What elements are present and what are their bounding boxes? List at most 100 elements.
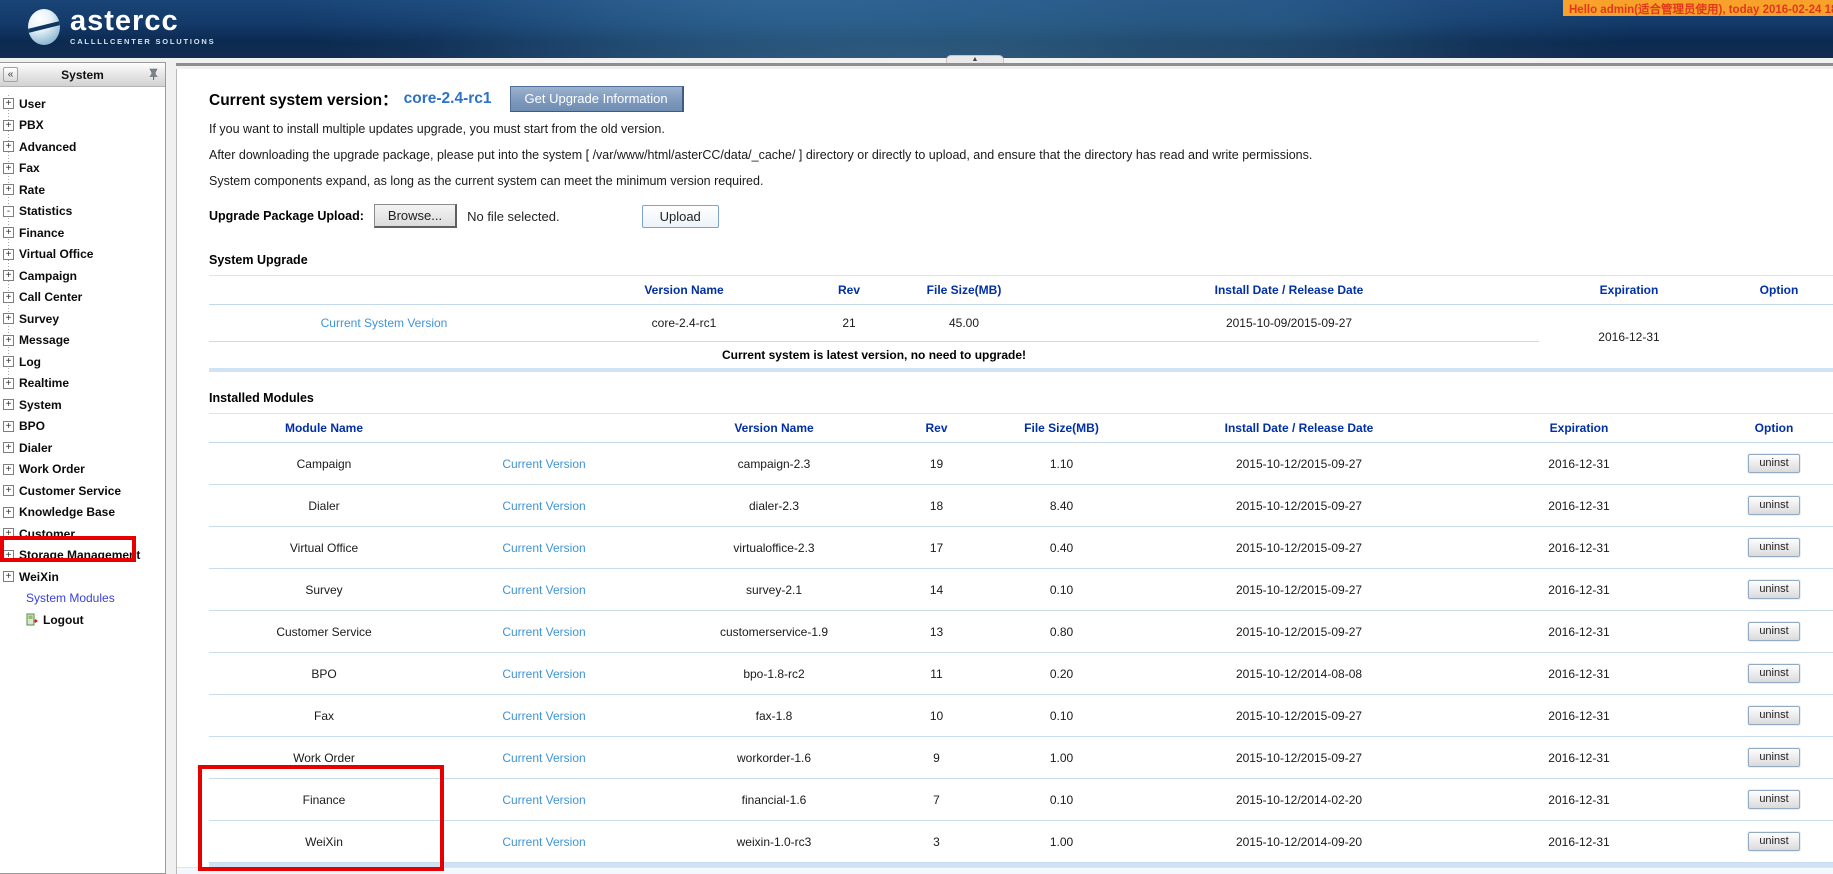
sidebar-item-call-center[interactable]: + Call Center: [0, 287, 165, 309]
installed-modules-body: CampaignCurrent Versioncampaign-2.3191.1…: [209, 443, 1833, 863]
collapse-node-icon[interactable]: -: [3, 206, 14, 217]
sidebar-item-survey[interactable]: +Survey: [0, 308, 165, 330]
expand-node-icon[interactable]: +: [3, 464, 14, 475]
expand-node-icon[interactable]: +: [3, 184, 14, 195]
current-version-link[interactable]: Current Version: [502, 625, 585, 639]
install-date-cell: 2015-10-12/2015-09-27: [1149, 485, 1449, 527]
expand-node-icon[interactable]: +: [3, 442, 14, 453]
uninstall-button[interactable]: uninst: [1748, 790, 1799, 809]
uninstall-button[interactable]: uninst: [1748, 832, 1799, 851]
expand-node-icon[interactable]: +: [3, 528, 14, 539]
sidebar-item-work-order[interactable]: +Work Order: [0, 459, 165, 481]
sidebar-item-message[interactable]: +Message: [0, 330, 165, 352]
browse-button[interactable]: Browse...: [374, 204, 457, 228]
column-header: Expiration: [1449, 414, 1709, 443]
current-version-link[interactable]: Current Version: [502, 457, 585, 471]
option-cell: uninst: [1709, 485, 1833, 527]
expand-node-icon[interactable]: +: [3, 141, 14, 152]
current-version-link[interactable]: Current Version: [502, 583, 585, 597]
uninstall-button[interactable]: uninst: [1748, 748, 1799, 767]
expand-node-icon[interactable]: +: [3, 120, 14, 131]
expand-node-icon[interactable]: +: [3, 335, 14, 346]
get-upgrade-information-button[interactable]: Get Upgrade Information: [510, 86, 684, 112]
sidebar-item-label: PBX: [19, 118, 44, 132]
expand-node-icon[interactable]: +: [3, 249, 14, 260]
expand-node-icon[interactable]: +: [3, 356, 14, 367]
sidebar-item-realtime[interactable]: +Realtime: [0, 373, 165, 395]
sidebar-item-pbx[interactable]: + PBX: [0, 115, 165, 137]
sidebar-item-storage-management[interactable]: +Storage Management: [0, 545, 165, 567]
expand-node-icon[interactable]: +: [3, 485, 14, 496]
sidebar-item-weixin[interactable]: +WeiXin: [0, 566, 165, 588]
sidebar-item-logout[interactable]: Logout: [0, 609, 165, 631]
sidebar-item-statistics[interactable]: -Statistics: [0, 201, 165, 223]
rev-cell: 9: [899, 737, 974, 779]
sidebar-item-label: Call Center: [19, 290, 82, 304]
expand-node-icon[interactable]: +: [3, 98, 14, 109]
sidebar-item-campaign[interactable]: +Campaign: [0, 265, 165, 287]
expand-node-icon[interactable]: +: [3, 421, 14, 432]
current-version-link[interactable]: Current Version: [502, 835, 585, 849]
sidebar-item-customer[interactable]: +Customer: [0, 523, 165, 545]
system-upgrade-table: Version NameRevFile Size(MB)Install Date…: [209, 275, 1833, 372]
sidebar-item-rate[interactable]: +Rate: [0, 179, 165, 201]
sidebar-item-dialer[interactable]: +Dialer: [0, 437, 165, 459]
current-version-link[interactable]: Current Version: [502, 793, 585, 807]
expand-node-icon[interactable]: +: [3, 550, 14, 561]
option-cell: uninst: [1709, 569, 1833, 611]
uninstall-button[interactable]: uninst: [1748, 538, 1799, 557]
uninstall-button[interactable]: uninst: [1748, 580, 1799, 599]
expand-node-icon[interactable]: +: [3, 313, 14, 324]
expand-node-icon[interactable]: +: [3, 163, 14, 174]
current-version-link[interactable]: Current Version: [502, 751, 585, 765]
sidebar-item-advanced[interactable]: + Advanced: [0, 136, 165, 158]
uninstall-button[interactable]: uninst: [1748, 664, 1799, 683]
version-name-cell: core-2.4-rc1: [559, 305, 809, 342]
rev-cell: 7: [899, 779, 974, 821]
current-version-link[interactable]: Current Version: [502, 709, 585, 723]
current-system-version-link[interactable]: Current System Version: [321, 316, 448, 330]
rev-cell: 17: [899, 527, 974, 569]
install-date-cell: 2015-10-12/2015-09-27: [1149, 527, 1449, 569]
expand-node-icon[interactable]: +: [3, 571, 14, 582]
sidebar-item-fax[interactable]: +Fax: [0, 158, 165, 180]
sidebar-item-knowledge-base[interactable]: +Knowledge Base: [0, 502, 165, 524]
sidebar-item-virtual-office[interactable]: +Virtual Office: [0, 244, 165, 266]
expand-node-icon[interactable]: +: [3, 378, 14, 389]
sidebar-item-finance[interactable]: +Finance: [0, 222, 165, 244]
expiration-cell: 2016-12-31: [1449, 737, 1709, 779]
expand-node-icon[interactable]: +: [3, 227, 14, 238]
content-scroll-strip: ▲: [176, 58, 1833, 66]
sidebar-item-label: Advanced: [19, 140, 76, 154]
sidebar-item-bpo[interactable]: +BPO: [0, 416, 165, 438]
uninstall-button[interactable]: uninst: [1748, 706, 1799, 725]
expand-node-icon[interactable]: +: [3, 270, 14, 281]
expand-node-icon[interactable]: +: [3, 399, 14, 410]
file-size-cell: 0.20: [974, 653, 1149, 695]
expand-node-icon[interactable]: +: [3, 507, 14, 518]
current-version-link[interactable]: Current Version: [502, 541, 585, 555]
upload-button[interactable]: Upload: [642, 205, 719, 228]
sidebar-item-system-modules[interactable]: System Modules: [0, 588, 165, 610]
sidebar-item-system[interactable]: + System: [0, 394, 165, 416]
sidebar-item-user[interactable]: +User: [0, 93, 165, 115]
uninstall-button[interactable]: uninst: [1748, 454, 1799, 473]
uninstall-button[interactable]: uninst: [1748, 496, 1799, 515]
current-version-row: Current system version： core-2.4-rc1 Get…: [209, 86, 1833, 112]
sidebar-item-customer-service[interactable]: +Customer Service: [0, 480, 165, 502]
current-version-link[interactable]: Current Version: [502, 667, 585, 681]
sidebar-collapse-button[interactable]: «: [3, 67, 18, 82]
scroll-up-arrow-icon[interactable]: ▲: [946, 55, 1004, 63]
expand-node-icon[interactable]: +: [3, 292, 14, 303]
module-name-cell: Work Order: [209, 737, 439, 779]
current-version-cell: Current Version: [439, 737, 649, 779]
pin-icon[interactable]: [146, 67, 161, 82]
version-name-cell: fax-1.8: [649, 695, 899, 737]
uninstall-button[interactable]: uninst: [1748, 622, 1799, 641]
expiration-cell: 2016-12-31: [1449, 569, 1709, 611]
sidebar-item-label: System: [19, 398, 62, 412]
installed-modules-table: Module NameVersion NameRevFile Size(MB)I…: [209, 413, 1833, 867]
option-cell: uninst: [1709, 779, 1833, 821]
sidebar-item-log[interactable]: +Log: [0, 351, 165, 373]
current-version-link[interactable]: Current Version: [502, 499, 585, 513]
